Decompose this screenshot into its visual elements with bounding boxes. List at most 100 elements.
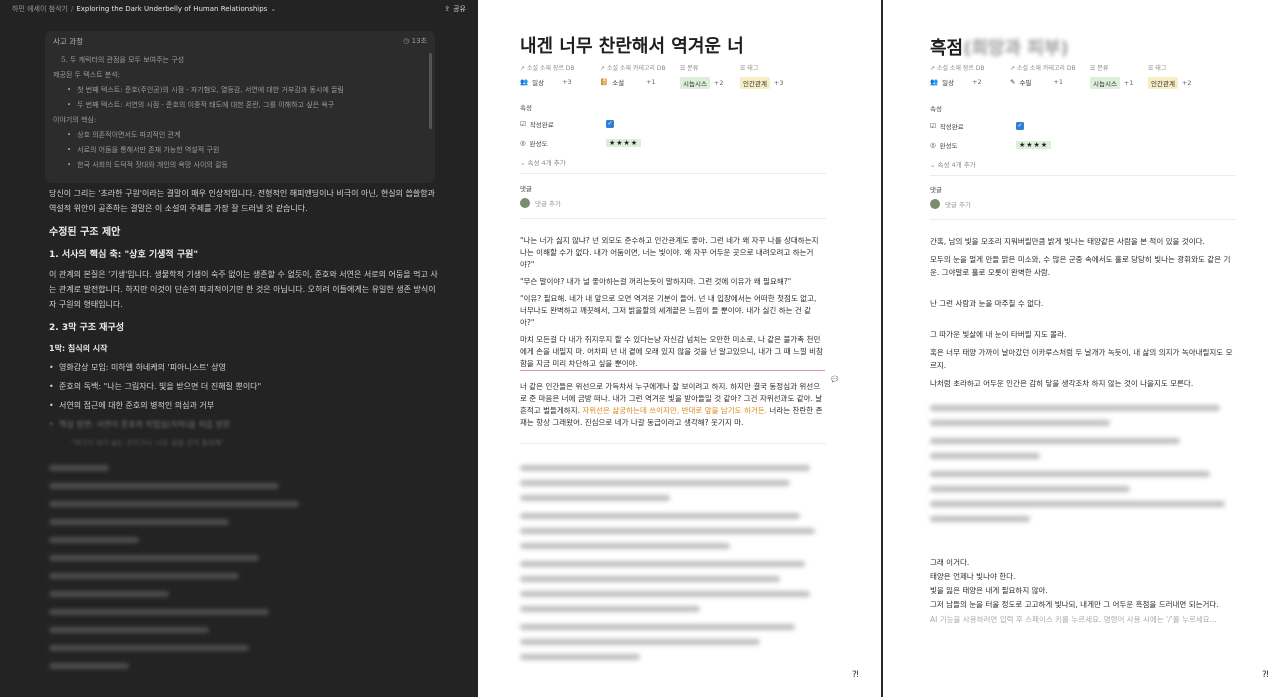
add-comment-placeholder: 댓글 추가 — [945, 201, 971, 209]
property-complete: ☑ 작성완료 ✓ — [520, 120, 614, 129]
comment-icon[interactable]: 💬 — [831, 376, 838, 383]
page-body-ending[interactable]: 그래 이거다. 태양은 언제나 빛나야 한다. 빛을 잃은 태양은 내게 필요하… — [930, 556, 1235, 627]
property-genre[interactable]: ↗ 소설 소재 장르 DB 👥 일상 +3 — [520, 63, 600, 89]
notion-page-right: 흑점(희망과 피부) ↗ 소설 소재 장르 DB 👥 일상 +2 ↗ 소설 소재 카… — [883, 0, 1280, 697]
paragraph: 그래 이거다. — [930, 558, 970, 567]
property-tag[interactable]: ☰ 태그 인간관계 +3 — [740, 63, 810, 89]
people-icon: 👥 — [930, 78, 939, 86]
paragraph: 너 같은 인간들은 위선으로 가득차서 누구에게나 잘 보이려고 하지. 하지만… — [520, 382, 823, 427]
ai-placeholder[interactable]: AI 기능을 사용하려면 입력 후 스페이스 키를 누르세요. 명령어 사용 시… — [930, 613, 1235, 627]
paragraph: 태양은 언제나 빛나야 한다. — [930, 572, 1016, 581]
property-category[interactable]: ↗ 소설 소재 카테고리 DB 📔 소설 +1 — [600, 63, 680, 89]
thinking-line: 이야기의 핵심: — [53, 116, 97, 124]
page-body[interactable]: 간혹, 남의 빛을 모조리 지워버릴만큼 밝게 빛나는 태양같은 사람을 본 적… — [930, 235, 1235, 395]
paragraph: 그 따가운 빛살에 내 눈이 타버릴 지도 몰라. — [930, 330, 1067, 339]
divider — [930, 175, 1236, 176]
property-rating: ◎ 완성도 ★★★★ — [520, 138, 642, 148]
help-icon[interactable]: ⁈ — [1262, 670, 1269, 680]
rating-stars[interactable]: ★★★★ — [1016, 141, 1052, 149]
act1-subitem: "여기가 네가 숨는 곳이구나. 나도 숨을 곳이 필요해" — [71, 439, 225, 447]
heading-three-act: 2. 3막 구조 재구성 — [49, 323, 125, 333]
thinking-content: 5. 두 캐릭터의 관점을 모두 보여주는 구성 제공된 두 텍스트 분석: 첫… — [45, 51, 435, 173]
avatar — [930, 199, 940, 209]
page-title[interactable]: 흑점(희망과 피부) — [930, 34, 1069, 60]
property-class[interactable]: ☰ 분류 시놉시스 +1 — [1090, 63, 1148, 89]
title-suffix: (희망과 피부) — [963, 38, 1069, 59]
chat-panel: 하민 에세이 첨삭기 / Exploring the Dark Underbel… — [0, 0, 478, 697]
act1-heading: 1막: 침식의 시작 — [49, 344, 108, 353]
properties-section-label: 속성 — [520, 104, 532, 112]
list-item: 서연의 접근에 대한 준호의 병적인 의심과 거부 — [49, 398, 439, 413]
checkbox-icon: ☑ — [520, 120, 526, 128]
paragraph: 빛을 잃은 태양은 내게 필요하지 않아. — [930, 586, 1048, 595]
thinking-line: 첫 번째 텍스트: 준호(주인공)의 시점 - 자기혐오, 열등감, 서연에 대… — [53, 83, 427, 98]
page-body[interactable]: "나는 너가 싫지 않냐? 넌 외모도 준수하고 인간관계도 좋아. 그런 네가… — [520, 235, 825, 434]
class-tag: 시놉시스 — [680, 77, 710, 89]
heading-structure: 수정된 구조 제안 — [49, 227, 121, 238]
more-properties-button[interactable]: ⌄ 속성 4개 추가 — [520, 157, 566, 167]
paragraph: 모두의 눈을 멀게 만들 맑은 미소와, 수 많은 군중 속에서도 홀로 당당히… — [930, 255, 1231, 277]
list-item: 준호의 독백: "나는 그림자다. 빛을 받으면 더 진해질 뿐이다" — [49, 379, 439, 394]
divider — [520, 443, 826, 444]
assistant-response: 당신이 그리는 '초라한 구원'이라는 결말이 매우 인상적입니다. 전형적인 … — [49, 186, 439, 681]
thinking-scrollbar[interactable] — [429, 53, 432, 129]
target-icon: ◎ — [520, 139, 526, 147]
paragraph: "무슨 말이야? 내가 널 좋아하는걸 꺼리는듯이 말하지마. 그런 것에 이유… — [520, 277, 792, 286]
highlighted-text: 자위선은 삶궁하는데 쓰이지만, 반대로 앞을 남기도 하거든. — [582, 406, 768, 415]
property-rating: ◎ 완성도 ★★★★ — [930, 140, 1052, 150]
divider — [520, 218, 826, 219]
help-icon[interactable]: ⁈ — [852, 670, 859, 680]
blurred-content — [930, 405, 1235, 531]
top-bar: 하민 에세이 첨삭기 / Exploring the Dark Underbel… — [0, 0, 478, 18]
thinking-duration: ◷ 13초 — [403, 37, 427, 45]
property-header-row: ↗ 소설 소재 장르 DB 👥 일상 +3 ↗ 소설 소재 카테고리 DB 📔 소설 +… — [520, 63, 810, 89]
page-title[interactable]: 내겐 너무 찬란해서 역겨운 너 — [520, 32, 744, 58]
link-icon: ↗ — [520, 65, 527, 72]
thinking-line: 상호 의존적이면서도 파괴적인 관계 — [53, 128, 427, 143]
complete-checkbox[interactable]: ✓ — [1016, 122, 1024, 130]
link-icon: ↗ — [1010, 65, 1017, 72]
list-item: 핵심 장면: 서연이 준호의 작업실(지하)을 처음 방문 — [49, 417, 439, 432]
link-icon: ↗ — [600, 65, 607, 72]
heading-core: 1. 서사의 핵심 축: "상호 기생적 구원" — [49, 250, 199, 260]
thinking-panel: 사고 과정 ◷ 13초 5. 두 캐릭터의 관점을 모두 보여주는 구성 제공된… — [45, 31, 435, 183]
checkbox-icon: ☑ — [930, 122, 936, 130]
thinking-line: 제공된 두 텍스트 분석: — [53, 71, 120, 79]
tag-badge: 인간관계 — [1148, 77, 1178, 89]
paragraph: 나처럼 초라하고 어두운 인간은 감히 닿을 생각조차 하지 않는 것이 나을지… — [930, 379, 1194, 388]
response-intro: 당신이 그리는 '초라한 구원'이라는 결말이 매우 인상적입니다. 전형적인 … — [49, 189, 435, 213]
comments-section-label: 댓글 — [520, 185, 532, 193]
breadcrumb-separator: / — [70, 5, 74, 13]
notion-page-left: 내겐 너무 찬란해서 역겨운 너 ↗ 소설 소재 장르 DB 👥 일상 +3 ↗ 소… — [478, 0, 881, 697]
properties-section-label: 속성 — [930, 105, 942, 113]
property-category[interactable]: ↗ 소설 소재 카테고리 DB ✎ 수필 +1 — [1010, 63, 1090, 89]
rating-stars[interactable]: ★★★★ — [606, 139, 642, 147]
paragraph: 간혹, 남의 빛을 모조리 지워버릴만큼 밝게 빛나는 태양같은 사람을 본 적… — [930, 237, 1205, 246]
chevron-down-icon[interactable]: ⌄ — [270, 5, 276, 13]
add-comment[interactable]: 댓글 추가 — [930, 199, 971, 209]
property-tag[interactable]: ☰ 태그 인간관계 +2 — [1148, 63, 1218, 89]
thinking-header[interactable]: 사고 과정 ◷ 13초 — [45, 31, 435, 51]
complete-checkbox[interactable]: ✓ — [606, 120, 614, 128]
add-comment-placeholder: 댓글 추가 — [535, 200, 561, 208]
breadcrumb-chat-title[interactable]: Exploring the Dark Underbelly of Human R… — [76, 5, 267, 13]
pencil-icon: ✎ — [1010, 78, 1016, 86]
property-genre[interactable]: ↗ 소설 소재 장르 DB 👥 일상 +2 — [930, 63, 1010, 89]
share-label: 공유 — [453, 5, 466, 13]
more-properties-button[interactable]: ⌄ 속성 4개 추가 — [930, 159, 976, 169]
thinking-line: 서로의 어둠을 통해서만 존재 가능한 역설적 구원 — [53, 143, 427, 158]
core-text: 이 관계의 본질은 '기생'입니다. 생물학적 기생이 숙주 없이는 생존할 수… — [49, 270, 438, 309]
add-comment[interactable]: 댓글 추가 — [520, 198, 561, 208]
avatar — [520, 198, 530, 208]
list-item: 영화감상 모임: 미하엘 하네케의 '피아니스트' 상영 — [49, 360, 439, 375]
property-complete: ☑ 작성완료 ✓ — [930, 122, 1024, 131]
people-icon: 👥 — [520, 78, 529, 86]
share-button[interactable]: ⇪ 공유 — [444, 4, 466, 14]
target-icon: ◎ — [930, 141, 936, 149]
tag-badge: 인간관계 — [740, 77, 770, 89]
breadcrumb-project[interactable]: 하민 에세이 첨삭기 — [12, 4, 68, 14]
thinking-line: 두 번째 텍스트: 서연의 시점 - 준호의 이중적 태도에 대한 혼란, 그를… — [53, 98, 427, 113]
link-icon: ↗ — [930, 65, 937, 72]
thinking-line: 한국 사회의 도덕적 잣대와 개인의 욕망 사이의 갈등 — [53, 158, 427, 173]
property-class[interactable]: ☰ 분류 시놉시스 +2 — [680, 63, 740, 89]
